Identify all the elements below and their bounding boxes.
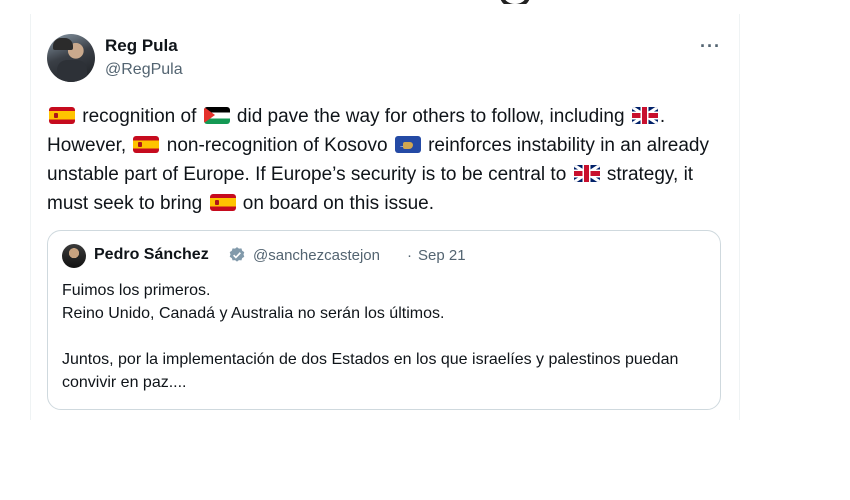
quoted-avatar[interactable] bbox=[62, 244, 86, 268]
author-handle[interactable]: @RegPula bbox=[105, 61, 183, 79]
spain-flag-icon bbox=[49, 107, 75, 124]
quoted-line: Fuimos los primeros. bbox=[62, 282, 211, 299]
text-segment: did pave the way for others to follow, i… bbox=[231, 106, 630, 127]
author-name[interactable]: Reg Pula bbox=[105, 36, 178, 56]
text-segment: non-recognition of Kosovo bbox=[161, 135, 393, 156]
uk-flag-icon bbox=[631, 107, 658, 124]
spain-flag-icon bbox=[133, 136, 160, 153]
quoted-author-handle[interactable]: @sanchezcastejon bbox=[253, 247, 380, 264]
quoted-author-name[interactable]: Pedro Sánchez bbox=[94, 246, 209, 264]
avatar[interactable] bbox=[47, 34, 95, 82]
quoted-date[interactable]: Sep 21 bbox=[418, 247, 466, 264]
tweet-card[interactable]: Reg Pula @RegPula ··· recognition of did… bbox=[30, 14, 740, 420]
quoted-line: Juntos, por la implementación de dos Est… bbox=[62, 351, 679, 391]
separator-dot: · bbox=[407, 247, 412, 264]
verified-badge-icon bbox=[229, 247, 245, 262]
palestine-flag-icon bbox=[203, 107, 230, 124]
quoted-line: Reino Unido, Canadá y Australia no serán… bbox=[62, 305, 445, 322]
tweet-text: recognition of did pave the way for othe… bbox=[47, 102, 727, 218]
avatar-figure bbox=[57, 60, 87, 82]
spain-flag-icon bbox=[209, 194, 236, 211]
kosovo-flag-icon bbox=[394, 136, 421, 153]
text-segment: recognition of bbox=[77, 106, 202, 127]
cropped-heading-fragment bbox=[470, 0, 540, 4]
quoted-text: Fuimos los primeros. Reino Unido, Canadá… bbox=[62, 279, 702, 394]
more-options-icon[interactable]: ··· bbox=[700, 36, 721, 57]
quoted-tweet[interactable]: Pedro Sánchez @sanchezcastejon · Sep 21 … bbox=[47, 230, 721, 410]
uk-flag-icon bbox=[573, 165, 600, 182]
text-segment: on board on this issue. bbox=[237, 193, 434, 214]
avatar-hat bbox=[53, 38, 73, 50]
